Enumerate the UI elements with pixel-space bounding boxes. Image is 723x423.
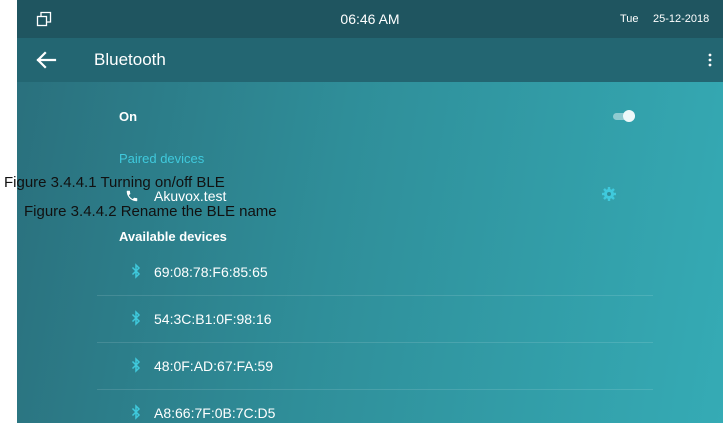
more-vertical-icon[interactable] (706, 52, 714, 68)
arrow-left-icon[interactable] (35, 50, 57, 70)
figure-caption-1: Figure 3.4.4.1 Turning on/off BLE (4, 174, 225, 191)
app-bar: Bluetooth (17, 38, 723, 82)
bluetooth-icon (131, 263, 141, 279)
status-date: 25-12-2018 (653, 13, 710, 25)
bluetooth-icon (131, 357, 141, 373)
available-device-row[interactable]: 48:0F:AD:67:FA:59 (97, 343, 653, 390)
bluetooth-toggle[interactable] (613, 109, 639, 123)
status-bar: 06:46 AM Tue 25-12-2018 (17, 0, 723, 38)
bluetooth-icon (131, 310, 141, 326)
available-device-name: 54:3C:B1:0F:98:16 (154, 311, 272, 327)
available-devices-header: Available devices (119, 229, 227, 244)
status-day: Tue (620, 13, 639, 25)
status-time: 06:46 AM (340, 11, 400, 27)
paired-devices-header: Paired devices (119, 151, 205, 166)
available-device-name: 48:0F:AD:67:FA:59 (154, 358, 274, 374)
bluetooth-icon (131, 404, 141, 420)
available-device-row[interactable]: 69:08:78:F6:85:65 (97, 249, 653, 296)
available-device-name: A8:66:7F:0B:7C:D5 (154, 405, 276, 421)
gear-icon[interactable] (601, 186, 617, 202)
page-title: Bluetooth (94, 50, 166, 69)
bluetooth-on-label: On (119, 109, 138, 124)
phone-icon (126, 190, 138, 202)
available-device-row[interactable]: 54:3C:B1:0F:98:16 (97, 296, 653, 343)
available-device-row[interactable]: A8:66:7F:0B:7C:D5 (97, 390, 653, 423)
toggle-knob (623, 110, 635, 122)
figure-caption-2: Figure 3.4.4.2 Rename the BLE name (24, 203, 277, 220)
available-device-name: 69:08:78:F6:85:65 (154, 264, 268, 280)
